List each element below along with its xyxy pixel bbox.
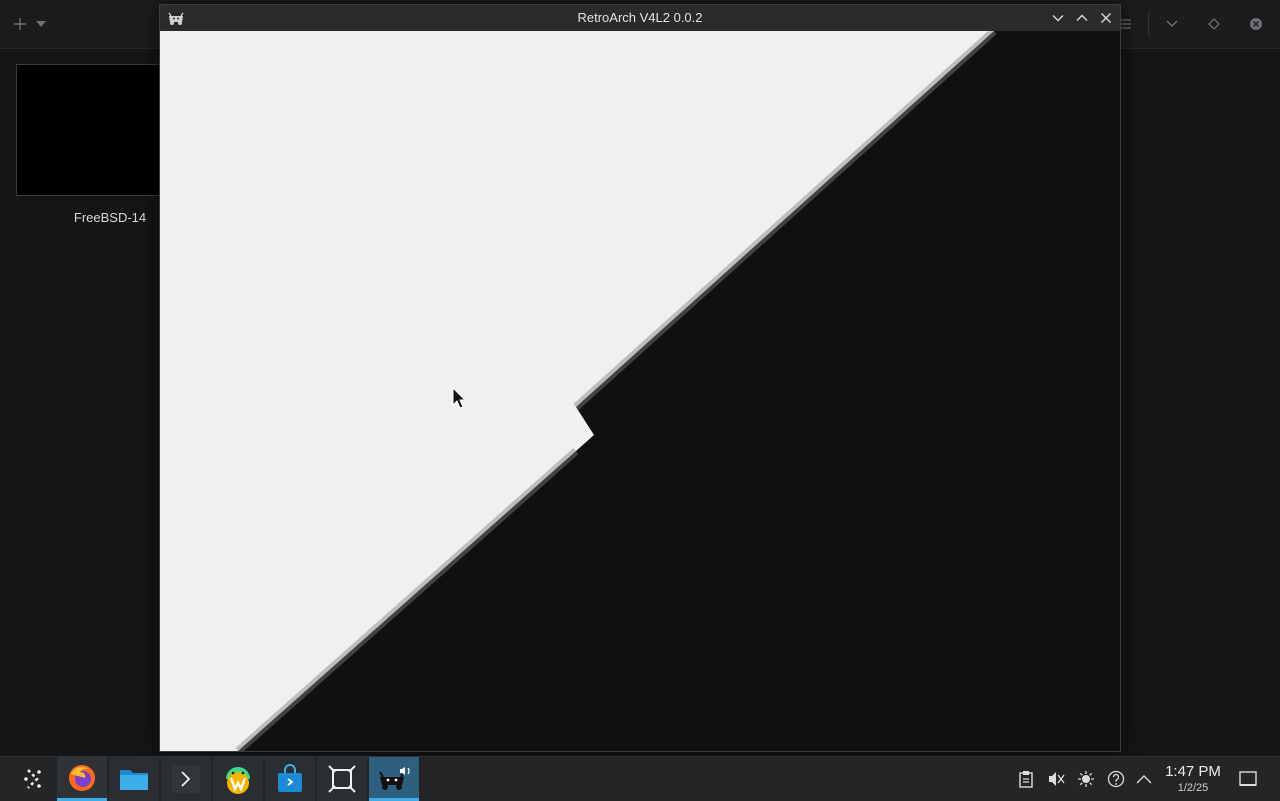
close-button[interactable]	[1096, 8, 1116, 28]
dropdown-arrow-icon[interactable]	[32, 8, 50, 40]
terminal-icon	[172, 765, 200, 793]
files-icon	[120, 770, 148, 790]
volume-muted-icon[interactable]	[1044, 767, 1068, 791]
clipboard-icon[interactable]	[1014, 767, 1038, 791]
window-title: RetroArch V4L2 0.0.2	[577, 10, 703, 25]
video-viewport[interactable]	[160, 31, 1120, 751]
application-launcher-icon[interactable]	[8, 757, 58, 801]
plus-icon[interactable]	[10, 8, 30, 40]
clock-date: 1/2/25	[1177, 782, 1209, 794]
chevron-up-icon	[1076, 14, 1088, 21]
android-app-icon	[226, 767, 250, 794]
vm-thumbnail[interactable]	[16, 64, 166, 196]
taskbar-files[interactable]	[109, 757, 159, 801]
taskbar-store[interactable]	[265, 757, 315, 801]
taskbar-firefox[interactable]	[57, 757, 107, 801]
window-capture-icon	[328, 765, 356, 793]
minimize-button[interactable]	[1048, 8, 1068, 28]
brightness-icon[interactable]	[1074, 767, 1098, 791]
window-titlebar[interactable]: RetroArch V4L2 0.0.2	[160, 5, 1120, 32]
store-icon	[278, 764, 302, 792]
maximize-button[interactable]	[1072, 8, 1092, 28]
taskbar-retroarch[interactable]	[369, 757, 419, 801]
chevron-down-icon	[1052, 15, 1064, 22]
retroarch-icon	[379, 766, 410, 790]
taskbar: 1:47 PM 1/2/25	[0, 756, 1280, 801]
firefox-icon	[69, 764, 95, 791]
taskbar-android-app[interactable]	[213, 757, 263, 801]
taskbar-window-capture[interactable]	[317, 757, 367, 801]
help-icon[interactable]	[1104, 767, 1128, 791]
retroarch-window[interactable]: RetroArch V4L2 0.0.2	[159, 4, 1121, 752]
taskbar-terminal[interactable]	[161, 757, 211, 801]
show-hidden-icon[interactable]	[1132, 767, 1156, 791]
close-circle-icon[interactable]	[1244, 8, 1268, 40]
clock[interactable]: 1:47 PM 1/2/25	[1160, 763, 1226, 795]
clock-time: 1:47 PM	[1165, 763, 1221, 780]
mouse-cursor	[452, 386, 467, 414]
close-icon	[1101, 13, 1111, 23]
chevron-down-icon[interactable]	[1160, 8, 1184, 40]
diamond-icon[interactable]	[1202, 8, 1226, 40]
show-desktop-icon[interactable]	[1236, 767, 1260, 791]
